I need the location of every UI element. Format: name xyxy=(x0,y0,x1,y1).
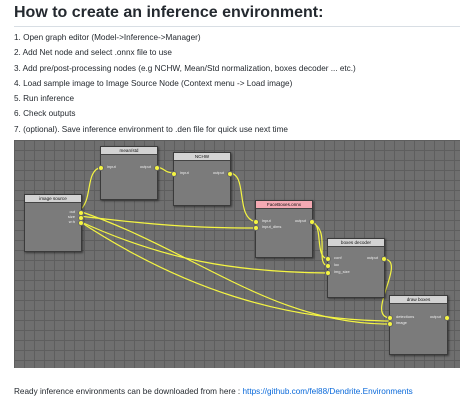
output-port-dot[interactable] xyxy=(78,220,84,226)
step-item: 5. Run inference xyxy=(14,94,75,104)
graph-editor-canvas[interactable]: image source out size w:h mean/std input… xyxy=(14,140,460,368)
input-port-dot[interactable] xyxy=(98,165,104,171)
port-label: output xyxy=(366,255,378,260)
node-image-source[interactable]: image source out size w:h xyxy=(24,194,84,252)
wire-faceboxes-to-conf xyxy=(310,221,329,260)
step-item: 7. (optional). Save inference environmen… xyxy=(14,124,288,134)
port-label: detections xyxy=(396,314,415,319)
input-port-dot[interactable] xyxy=(325,270,331,276)
port-label: img_size xyxy=(334,269,350,274)
step-item: 1. Open graph editor (Model->Inference->… xyxy=(14,33,201,42)
input-port-dot[interactable] xyxy=(387,321,393,327)
port-label: output xyxy=(294,218,306,223)
footer-note: Ready inference environments can be down… xyxy=(14,387,413,396)
page-title: How to create an inference environment: xyxy=(14,4,324,21)
step-item: 3. Add pre/post-processing nodes (e.g NC… xyxy=(14,63,356,73)
node-title: boxes decoder xyxy=(328,239,384,247)
node-title: mean/std xyxy=(101,147,157,155)
output-port-dot[interactable] xyxy=(381,256,387,262)
input-port-dot[interactable] xyxy=(253,225,259,231)
wire-size-to-faceboxes-dims xyxy=(78,215,258,229)
output-port-dot[interactable] xyxy=(227,171,233,177)
node-title: draw boxes xyxy=(390,296,447,304)
step-item: 6. Check outputs xyxy=(14,109,76,119)
node-faceboxes-onnx[interactable]: FaceBoxes.onnx input input_dims output xyxy=(253,200,315,258)
port-label: image xyxy=(396,320,407,325)
wire-image-to-meanstd xyxy=(78,166,103,212)
output-port-dot[interactable] xyxy=(309,219,315,225)
step-item: 4. Load sample image to Image Source Nod… xyxy=(14,78,293,88)
output-port-dot[interactable] xyxy=(444,315,450,321)
input-port-dot[interactable] xyxy=(325,263,331,269)
input-port-dot[interactable] xyxy=(171,171,177,177)
wire-nchw-to-faceboxes xyxy=(228,172,258,223)
node-title: NCHW xyxy=(174,153,230,161)
node-title: FaceBoxes.onnx xyxy=(256,201,312,209)
input-port-dot[interactable] xyxy=(325,256,331,262)
port-label: output xyxy=(429,314,441,319)
footer-text: Ready inference environments can be down… xyxy=(14,387,243,396)
port-label: w:h xyxy=(68,219,75,224)
port-label: input_dims xyxy=(262,224,282,229)
port-label: input xyxy=(180,170,189,175)
port-label: input xyxy=(107,164,116,169)
step-item: 2. Add Net node and select .onnx file to… xyxy=(14,48,172,58)
node-boxes-decoder[interactable]: boxes decoder conf loc img_size output xyxy=(325,238,387,298)
node-title: image source xyxy=(25,195,81,203)
port-label: conf xyxy=(334,255,342,260)
port-label: output xyxy=(139,164,151,169)
node-nchw[interactable]: NCHW input output xyxy=(171,152,233,206)
port-label: loc xyxy=(334,262,340,267)
port-label: input xyxy=(262,218,271,223)
steps-list: 1. Open graph editor (Model->Inference->… xyxy=(14,30,356,137)
output-port-dot[interactable] xyxy=(154,165,160,171)
node-draw-boxes[interactable]: draw boxes detections image output xyxy=(387,295,450,355)
title-divider xyxy=(14,26,460,27)
port-label: output xyxy=(212,170,224,175)
node-mean-std[interactable]: mean/std input output xyxy=(98,146,160,200)
environments-link[interactable]: https://github.com/fel88/Dendrite.Enviro… xyxy=(242,387,412,396)
